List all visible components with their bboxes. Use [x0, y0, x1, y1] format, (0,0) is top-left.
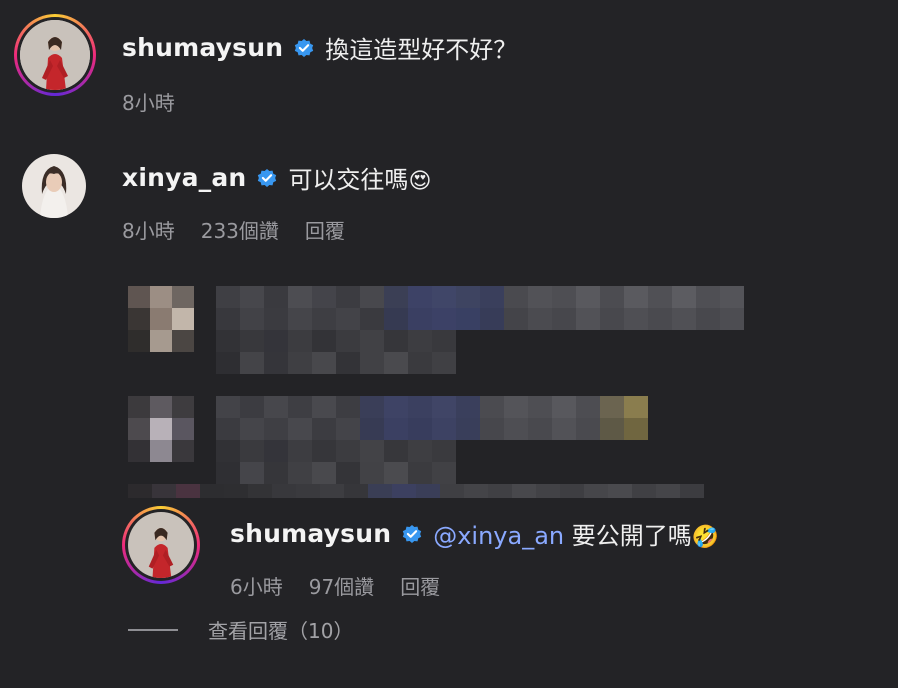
mention-link[interactable]: @xinya_an: [433, 522, 564, 550]
username[interactable]: shumaysun: [230, 519, 391, 548]
like-count[interactable]: 97個讚: [309, 571, 374, 600]
pixelated-meta: [216, 440, 456, 484]
comment-text-wrap: @xinya_an 要公開了嗎🤣: [433, 516, 719, 551]
avatar[interactable]: [22, 154, 86, 218]
comment-text: 換這造型好不好？: [325, 36, 518, 64]
reply-shumaysun: shumaysun @xinya_an 要公開了嗎🤣 6小時 97個讚 回覆: [122, 506, 719, 600]
view-replies-button[interactable]: 查看回覆（10）: [128, 615, 353, 644]
verified-badge-icon: [258, 168, 277, 187]
verified-badge-icon: [295, 38, 314, 57]
heart-eyes-emoji-icon: 😍: [408, 169, 432, 194]
username[interactable]: shumaysun: [122, 33, 283, 62]
reply-button[interactable]: 回覆: [400, 571, 440, 600]
comment-text: 要公開了嗎: [571, 522, 692, 550]
pixelated-strip: [128, 484, 752, 498]
pixelated-avatar: [128, 286, 194, 352]
verified-badge-icon: [403, 524, 422, 543]
pixelated-meta: [216, 330, 456, 374]
timestamp: 8小時: [122, 91, 175, 115]
timestamp: 8小時: [122, 219, 175, 243]
username[interactable]: xinya_an: [122, 163, 246, 192]
avatar: [128, 512, 194, 578]
comment-xinya-an: xinya_an 可以交往嗎😍 8小時 233個讚 回覆: [22, 154, 431, 244]
avatar: [20, 20, 90, 90]
pixelated-text: [216, 396, 648, 440]
comment-shumaysun: shumaysun 換這造型好不好？ 8小時: [14, 14, 517, 116]
rolling-laughing-emoji-icon: 🤣: [691, 525, 720, 550]
avatar-story-ring[interactable]: [122, 506, 200, 584]
comment-text-wrap: 可以交往嗎😍: [288, 160, 431, 195]
pixelated-avatar: [128, 396, 194, 462]
view-replies-label: 查看回覆（10）: [208, 619, 354, 643]
pixelated-text: [216, 286, 744, 330]
like-count[interactable]: 233個讚: [201, 215, 279, 244]
divider-line: [128, 628, 178, 631]
avatar-story-ring[interactable]: [14, 14, 96, 96]
timestamp: 6小時: [230, 575, 283, 599]
reply-button[interactable]: 回覆: [305, 215, 345, 244]
comment-text: 可以交往嗎: [288, 166, 409, 194]
